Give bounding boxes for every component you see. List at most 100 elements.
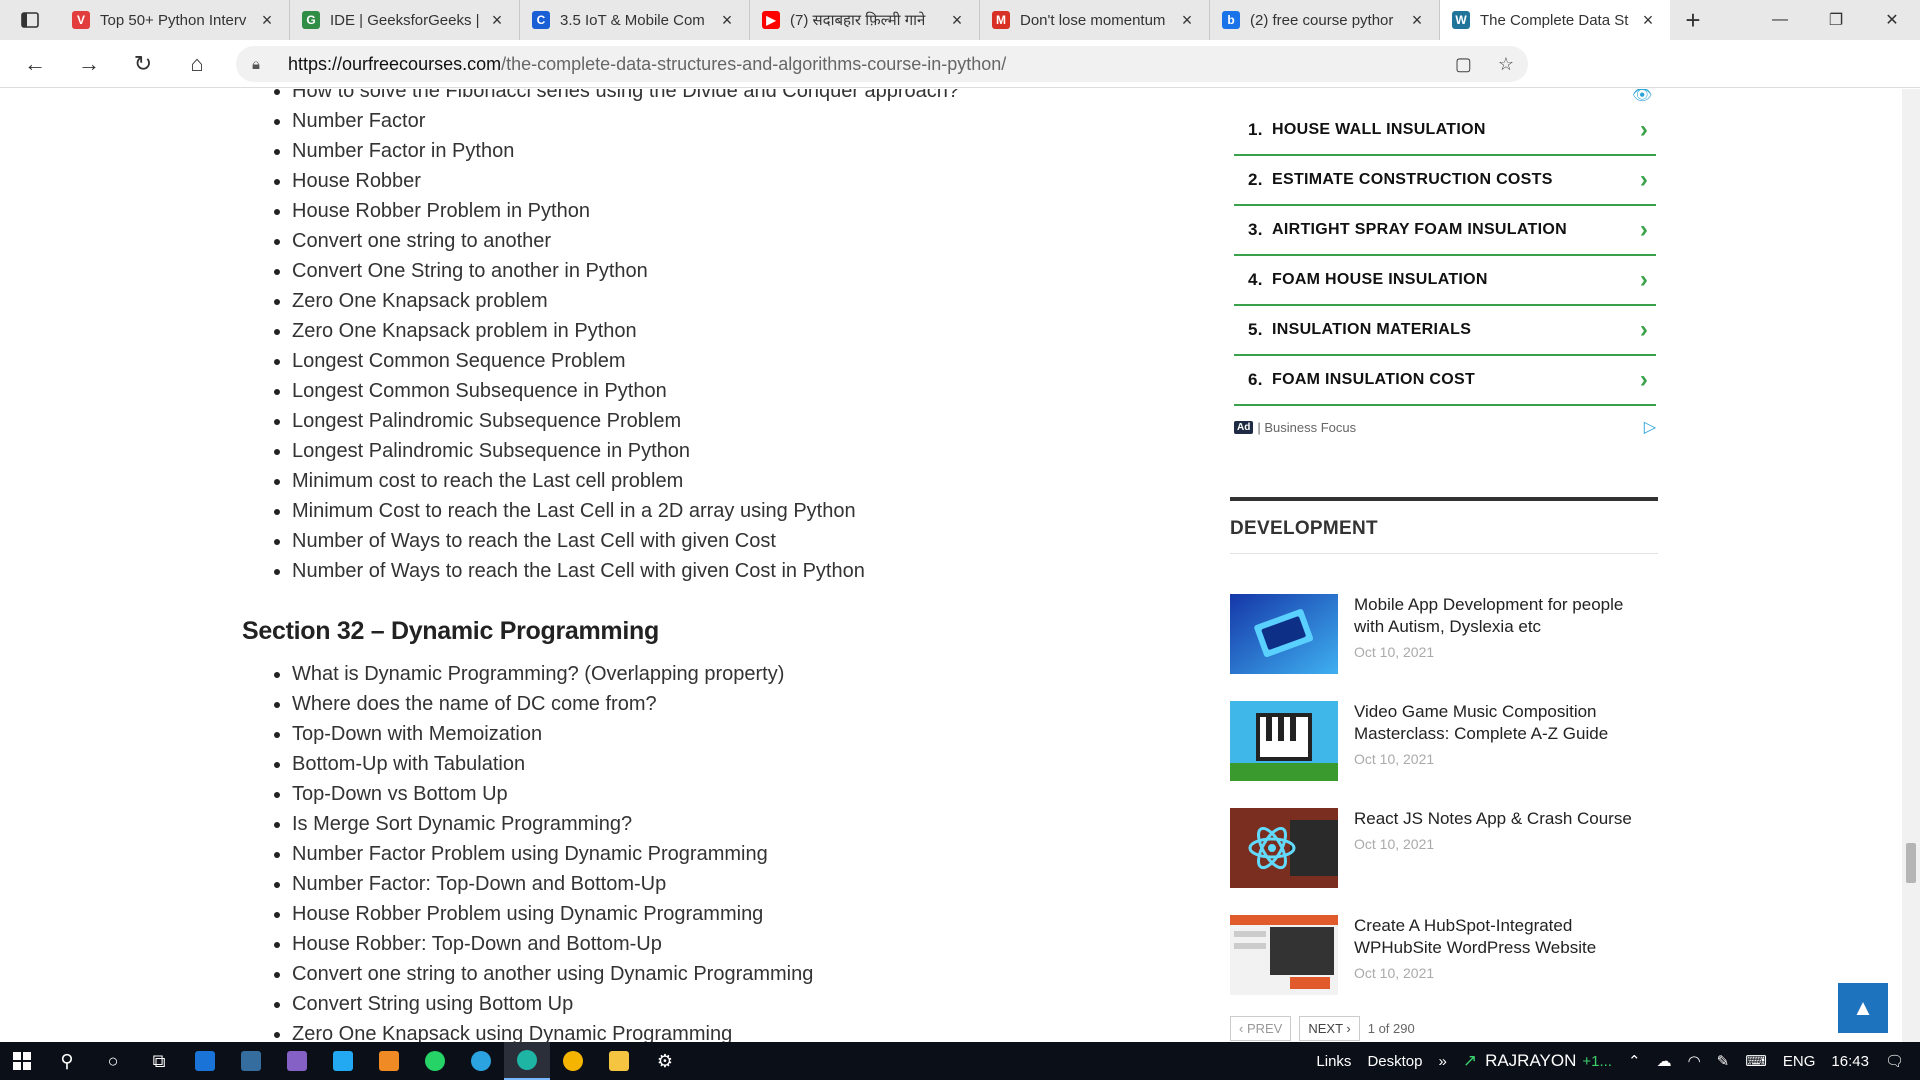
telegram-icon[interactable] [458, 1042, 504, 1080]
scrollbar-thumb[interactable] [1906, 843, 1916, 883]
browser-tab[interactable]: ▶ (7) सदाबहार फ़िल्मी गाने × [750, 0, 980, 40]
search-icon[interactable]: ⚲ [44, 1042, 90, 1080]
windows-start-icon[interactable] [0, 1042, 44, 1080]
page-count: 1 of 290 [1367, 1020, 1415, 1036]
post-thumbnail[interactable] [1230, 594, 1338, 674]
browser-window: V Top 50+ Python Interv × G IDE | GeeksforGe… [0, 0, 1920, 1080]
close-tab-icon[interactable]: × [487, 10, 507, 31]
url-field[interactable]: 🔒︎ https://ourfreecourses.com/the-comple… [236, 46, 1528, 82]
browser-tab[interactable]: M Don't lose momentum × [980, 0, 1210, 40]
toolbar-expand-icon[interactable]: » [1438, 1053, 1446, 1070]
add-favorite-icon[interactable]: ☆ [1498, 54, 1514, 75]
post-item[interactable]: Create A HubSpot-Integrated WPHubSite Wo… [1230, 915, 1658, 997]
post-title[interactable]: React JS Notes App & Crash Course [1354, 808, 1654, 830]
post-pager: ‹ PREV NEXT › 1 of 290 [1230, 1015, 1415, 1041]
close-tab-icon[interactable]: × [257, 10, 277, 31]
notifications-icon[interactable]: 🗨︎ [1885, 1052, 1904, 1070]
post-item[interactable]: React JS Notes App & Crash Course Oct 10… [1230, 808, 1658, 890]
chrome-icon[interactable] [550, 1042, 596, 1080]
forward-icon[interactable]: → [62, 40, 116, 88]
close-tab-icon[interactable]: × [1407, 10, 1427, 31]
ad-link-item[interactable]: 3. AIRTIGHT SPRAY FOAM INSULATION › [1234, 206, 1656, 256]
stock-widget[interactable]: ↗ RAJRAYON +1... [1463, 1051, 1612, 1071]
browser-tab[interactable]: W The Complete Data St × [1440, 0, 1670, 40]
browser-tab[interactable]: b (2) free course pythor × [1210, 0, 1440, 40]
python-idle-icon[interactable] [228, 1042, 274, 1080]
close-window-icon[interactable]: ✕ [1864, 0, 1920, 40]
chevron-right-icon: › [1639, 316, 1649, 343]
post-title[interactable]: Create A HubSpot-Integrated WPHubSite Wo… [1354, 915, 1654, 959]
ad-footer: Ad | Business Focus ▷ [1234, 417, 1656, 437]
back-icon[interactable]: ← [8, 40, 62, 88]
settings-icon[interactable]: ⚙ [642, 1042, 688, 1080]
prev-page-button[interactable]: ‹ PREV [1230, 1015, 1292, 1041]
ad-item-label: FOAM INSULATION COST [1272, 371, 1476, 388]
vscode-icon[interactable] [320, 1042, 366, 1080]
reader-view-icon[interactable]: ▢ [1455, 54, 1472, 75]
minimize-icon[interactable]: — [1752, 0, 1808, 40]
cortana-icon[interactable]: ○ [90, 1042, 136, 1080]
mail-app-icon[interactable] [182, 1042, 228, 1080]
lock-icon[interactable]: 🔒︎ [252, 56, 272, 73]
ad-link-item[interactable]: 1. HOUSE WALL INSULATION › [1234, 106, 1656, 156]
file-explorer-icon[interactable] [596, 1042, 642, 1080]
lecture-item: Minimum cost to reach the Last cell prob… [242, 466, 959, 496]
post-title[interactable]: Mobile App Development for people with A… [1354, 594, 1654, 638]
post-thumbnail[interactable] [1230, 701, 1338, 781]
lecture-item: Convert One String to another in Python [242, 256, 959, 286]
desktop-toolbar[interactable]: Desktop [1367, 1053, 1422, 1070]
section-32-lecture-list: What is Dynamic Programming? (Overlappin… [242, 659, 813, 1042]
restore-icon[interactable]: ❐ [1808, 0, 1864, 40]
close-tab-icon[interactable]: × [947, 10, 967, 31]
links-toolbar[interactable]: Links [1316, 1053, 1351, 1070]
task-view-icon[interactable]: ⧉ [136, 1042, 182, 1080]
chevron-right-icon: › [1639, 266, 1649, 293]
lecture-item: Zero One Knapsack problem in Python [242, 316, 959, 346]
close-tab-icon[interactable]: × [717, 10, 737, 31]
whatsapp-icon[interactable] [412, 1042, 458, 1080]
post-thumbnail[interactable] [1230, 915, 1338, 995]
edge-browser-icon[interactable] [504, 1042, 550, 1080]
tab-favicon-icon: W [1452, 11, 1470, 29]
ad-item-number: 1. [1248, 120, 1263, 139]
ad-source[interactable]: | Business Focus [1257, 420, 1356, 435]
ad-link-item[interactable]: 6. FOAM INSULATION COST › [1234, 356, 1656, 406]
keyboard-icon[interactable]: ⌨ [1745, 1052, 1767, 1070]
post-item[interactable]: Mobile App Development for people with A… [1230, 594, 1658, 676]
refresh-icon[interactable]: ↻ [116, 40, 170, 88]
ad-link-item[interactable]: 5. INSULATION MATERIALS › [1234, 306, 1656, 356]
lecture-item: House Robber Problem using Dynamic Progr… [242, 899, 813, 929]
onedrive-icon[interactable]: ☁ [1657, 1052, 1672, 1070]
ad-choices-icon[interactable]: 👁︎ [1632, 89, 1652, 105]
ad-link-item[interactable]: 4. FOAM HOUSE INSULATION › [1234, 256, 1656, 306]
browser-tab[interactable]: C 3.5 IoT & Mobile Com × [520, 0, 750, 40]
windows-taskbar: ⚲ ○ ⧉ ⚙ Links Desktop » ↗ RAJRAYON +1... ⌃… [0, 1042, 1920, 1080]
post-item[interactable]: Video Game Music Composition Masterclass… [1230, 701, 1658, 783]
language-indicator[interactable]: ENG [1783, 1053, 1816, 1070]
wifi-icon[interactable]: ◠ [1688, 1052, 1701, 1070]
next-page-button[interactable]: NEXT › [1299, 1015, 1360, 1041]
page-scrollbar[interactable] [1902, 89, 1920, 1042]
post-title[interactable]: Video Game Music Composition Masterclass… [1354, 701, 1654, 745]
scroll-to-top-button[interactable]: ▲ [1838, 983, 1888, 1033]
browser-tab[interactable]: G IDE | GeeksforGeeks | × [290, 0, 520, 40]
visual-studio-icon[interactable] [274, 1042, 320, 1080]
ad-play-icon[interactable]: ▷ [1644, 417, 1656, 437]
tab-favicon-icon: b [1222, 11, 1240, 29]
pen-icon[interactable]: ✎ [1717, 1052, 1730, 1070]
browser-tab[interactable]: V Top 50+ Python Interv × [60, 0, 290, 40]
lecture-item: Convert String using Bottom Up [242, 989, 813, 1019]
home-icon[interactable]: ⌂ [170, 40, 224, 88]
new-tab-button[interactable]: + [1670, 0, 1716, 40]
close-tab-icon[interactable]: × [1177, 10, 1197, 31]
tab-strip: V Top 50+ Python Interv × G IDE | GeeksforGe… [0, 0, 1920, 40]
clock[interactable]: 16:43 [1831, 1053, 1869, 1070]
app-icon[interactable] [366, 1042, 412, 1080]
post-date: Oct 10, 2021 [1354, 965, 1435, 981]
ad-link-item[interactable]: 2. ESTIMATE CONSTRUCTION COSTS › [1234, 156, 1656, 206]
sidebar-section-title: DEVELOPMENT [1230, 518, 1378, 539]
post-thumbnail[interactable] [1230, 808, 1338, 888]
tab-actions-icon[interactable] [0, 0, 60, 40]
chevron-up-icon[interactable]: ⌃ [1628, 1052, 1641, 1070]
close-tab-icon[interactable]: × [1638, 10, 1658, 31]
